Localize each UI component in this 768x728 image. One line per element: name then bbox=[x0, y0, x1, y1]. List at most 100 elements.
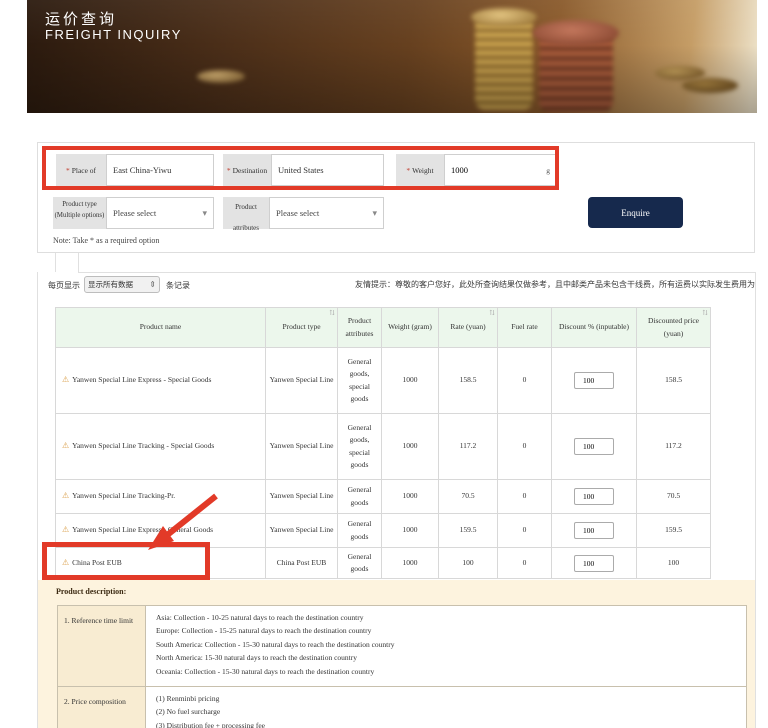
discount-cell bbox=[552, 414, 637, 480]
weight-input[interactable] bbox=[451, 165, 546, 175]
sort-icon[interactable]: ⇅ bbox=[329, 309, 335, 317]
column-header-product-type: Product type ⇅ bbox=[266, 308, 338, 348]
description-row-label: 2. Price composition bbox=[58, 687, 146, 728]
product-attributes-cell: General goods bbox=[338, 480, 382, 514]
discounted-price-cell: 159.5 bbox=[637, 514, 711, 548]
product-description-title: Product description: bbox=[56, 587, 126, 596]
per-page-select[interactable]: 显示所有数据 ⇕ bbox=[84, 276, 160, 293]
product-name-cell[interactable]: ⚠ Yanwen Special Line Express - Special … bbox=[56, 348, 266, 414]
inquiry-form-panel: * Place of * Destination * Weight g Prod… bbox=[37, 142, 755, 253]
banner-title-en: FREIGHT INQUIRY bbox=[45, 27, 182, 42]
warning-icon: ⚠ bbox=[62, 557, 69, 570]
weight-cell: 1000 bbox=[382, 514, 439, 548]
required-asterisk: * bbox=[66, 166, 70, 175]
freight-results-table: Product name Product type ⇅ Product attr… bbox=[55, 307, 711, 579]
product-description-panel: Product description: 1. Reference time l… bbox=[38, 580, 755, 728]
product-type-cell: Yanwen Special Line bbox=[266, 348, 338, 414]
discounted-price-cell: 100 bbox=[637, 548, 711, 579]
place-of-input[interactable] bbox=[106, 154, 214, 186]
banner-title-zh: 运价查询 bbox=[45, 8, 117, 29]
weight-cell: 1000 bbox=[382, 414, 439, 480]
weight-cell: 1000 bbox=[382, 480, 439, 514]
discounted-price-cell: 70.5 bbox=[637, 480, 711, 514]
description-row: 2. Price composition (1) Renminbi pricin… bbox=[58, 687, 746, 728]
discount-input[interactable] bbox=[574, 372, 614, 389]
required-note: Note: Take * as a required option bbox=[53, 236, 159, 245]
divider bbox=[78, 253, 79, 272]
product-attributes-label: Product attributes bbox=[223, 197, 269, 229]
product-attributes-cell: General goods, special goods bbox=[338, 348, 382, 414]
coin-flat-icon bbox=[682, 78, 738, 93]
rate-cell: 70.5 bbox=[439, 480, 498, 514]
discounted-price-cell: 158.5 bbox=[637, 348, 711, 414]
sort-icon[interactable]: ⇅ bbox=[702, 309, 708, 317]
rate-cell: 158.5 bbox=[439, 348, 498, 414]
weight-cell: 1000 bbox=[382, 548, 439, 579]
coin-flat-icon bbox=[655, 66, 705, 80]
warning-icon: ⚠ bbox=[62, 440, 69, 453]
rate-cell: 159.5 bbox=[439, 514, 498, 548]
fuel-rate-cell: 0 bbox=[498, 414, 552, 480]
product-type-select[interactable]: Please select ▾ bbox=[106, 197, 214, 229]
discount-input[interactable] bbox=[574, 522, 614, 539]
discount-cell bbox=[552, 348, 637, 414]
fuel-rate-cell: 0 bbox=[498, 480, 552, 514]
product-type-cell: Yanwen Special Line bbox=[266, 480, 338, 514]
weight-field: g bbox=[444, 154, 557, 186]
column-header-rate: Rate (yuan) ⇅ bbox=[439, 308, 498, 348]
weight-label: * Weight bbox=[396, 154, 444, 186]
discount-input[interactable] bbox=[574, 488, 614, 505]
product-attributes-select[interactable]: Please select ▾ bbox=[269, 197, 384, 229]
product-attributes-cell: General goods bbox=[338, 514, 382, 548]
product-type-cell: Yanwen Special Line bbox=[266, 414, 338, 480]
coin-stack-icon bbox=[539, 30, 613, 112]
column-header-weight: Weight (gram) bbox=[382, 308, 439, 348]
description-row-content: Asia: Collection - 10-25 natural days to… bbox=[146, 606, 746, 686]
column-header-product-attributes: Product attributes bbox=[338, 308, 382, 348]
product-name-cell-china-post-eub[interactable]: ⚠ China Post EUB bbox=[56, 548, 266, 579]
warning-icon: ⚠ bbox=[62, 524, 69, 537]
required-asterisk: * bbox=[406, 166, 410, 175]
product-name-cell[interactable]: ⚠ Yanwen Special Line Express - General … bbox=[56, 514, 266, 548]
coin-stack-top-icon bbox=[471, 8, 537, 26]
product-name-cell[interactable]: ⚠ Yanwen Special Line Tracking - Special… bbox=[56, 414, 266, 480]
product-name-cell[interactable]: ⚠ Yanwen Special Line Tracking-Pr. bbox=[56, 480, 266, 514]
coin-stack-icon bbox=[475, 14, 533, 110]
column-header-product-name: Product name bbox=[56, 308, 266, 348]
discount-cell bbox=[552, 480, 637, 514]
chevron-down-icon: ▾ bbox=[372, 208, 377, 219]
description-row: 1. Reference time limit Asia: Collection… bbox=[58, 606, 746, 687]
product-attributes-cell: General goods bbox=[338, 548, 382, 579]
chevron-down-icon: ▾ bbox=[202, 208, 207, 219]
weight-unit-label: g bbox=[546, 166, 550, 175]
enquire-button[interactable]: Enquire bbox=[588, 197, 683, 228]
description-row-label: 1. Reference time limit bbox=[58, 606, 146, 686]
column-header-fuel-rate: Fuel rate bbox=[498, 308, 552, 348]
discount-input[interactable] bbox=[574, 438, 614, 455]
per-page-suffix-label: 条记录 bbox=[166, 280, 190, 291]
friendly-notice: 友情提示：尊敬的客户您好，此处所查询结果仅做参考，且中邮类产品未包含干线费，所有… bbox=[355, 279, 755, 290]
warning-icon: ⚠ bbox=[62, 490, 69, 503]
column-header-discounted-price: Discounted price (yuan) ⇅ bbox=[637, 308, 711, 348]
per-page-prefix-label: 每页显示 bbox=[48, 280, 80, 291]
sort-icon[interactable]: ⇅ bbox=[489, 309, 495, 317]
destination-label: * Destination bbox=[223, 154, 271, 186]
discount-cell bbox=[552, 514, 637, 548]
results-panel-right-border bbox=[755, 272, 756, 728]
product-attributes-cell: General goods, special goods bbox=[338, 414, 382, 480]
freight-inquiry-page: 运价查询 FREIGHT INQUIRY * Place of * Destin… bbox=[0, 0, 768, 728]
discount-cell bbox=[552, 548, 637, 579]
fuel-rate-cell: 0 bbox=[498, 548, 552, 579]
divider bbox=[55, 253, 56, 272]
coin-flat-icon bbox=[197, 70, 245, 83]
banner: 运价查询 FREIGHT INQUIRY bbox=[27, 0, 757, 113]
required-asterisk: * bbox=[227, 166, 231, 175]
destination-input[interactable] bbox=[271, 154, 384, 186]
coin-stack-top-icon bbox=[533, 20, 619, 46]
discount-input[interactable] bbox=[574, 555, 614, 572]
rate-cell: 117.2 bbox=[439, 414, 498, 480]
column-header-discount: Discount % (inputable) bbox=[552, 308, 637, 348]
product-description-table: 1. Reference time limit Asia: Collection… bbox=[57, 605, 747, 728]
discounted-price-cell: 117.2 bbox=[637, 414, 711, 480]
product-type-label: Product type (Multiple options) bbox=[53, 197, 106, 229]
